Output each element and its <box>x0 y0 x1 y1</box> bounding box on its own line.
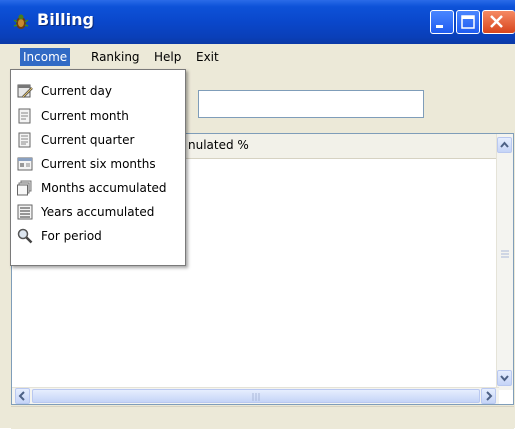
menu-item-current-month[interactable]: Current month <box>11 105 185 127</box>
menu-help[interactable]: Help <box>151 48 184 66</box>
chevron-right-icon <box>486 391 493 401</box>
menu-item-label: Current month <box>41 109 129 123</box>
menu-item-label: Current day <box>41 84 112 98</box>
document-icon <box>18 108 31 124</box>
chevron-left-icon <box>18 391 25 401</box>
scroll-up-button[interactable] <box>497 137 512 153</box>
income-dropdown-menu: Current day Current month Current quarte… <box>10 69 186 266</box>
menu-item-label: Years accumulated <box>41 205 155 219</box>
menu-ranking[interactable]: Ranking <box>88 48 143 66</box>
horizontal-scrollbar[interactable] <box>12 387 499 404</box>
menu-item-current-day[interactable]: Current day <box>11 80 185 102</box>
grip-icon <box>501 250 509 258</box>
billing-window: Billing Income Ranking Help Exit nulated… <box>0 0 515 429</box>
menu-exit[interactable]: Exit <box>193 48 222 66</box>
menu-item-current-six-months[interactable]: Current six months <box>11 153 185 175</box>
minimize-icon <box>436 25 443 28</box>
status-bar <box>11 406 514 429</box>
stack-icon <box>17 180 32 196</box>
menu-item-label: Current six months <box>41 157 156 171</box>
window-title: Billing <box>37 10 94 29</box>
maximize-button[interactable] <box>456 10 480 34</box>
menu-item-current-quarter[interactable]: Current quarter <box>11 129 185 151</box>
close-icon <box>490 15 503 28</box>
menu-item-label: For period <box>41 229 102 243</box>
menu-item-label: Current quarter <box>41 133 135 147</box>
scroll-down-button[interactable] <box>497 370 512 386</box>
menu-item-label: Months accumulated <box>41 181 167 195</box>
calendar-pencil-icon <box>17 84 33 98</box>
chevron-down-icon <box>500 375 509 382</box>
close-button[interactable] <box>482 10 515 34</box>
horizontal-scroll-thumb[interactable] <box>32 389 480 403</box>
title-bar[interactable]: Billing <box>0 0 515 44</box>
scroll-right-button[interactable] <box>481 388 496 404</box>
scroll-left-button[interactable] <box>15 388 30 404</box>
list-icon <box>17 204 33 220</box>
menu-item-months-accumulated[interactable]: Months accumulated <box>11 177 185 199</box>
window-icon <box>17 157 33 171</box>
chevron-up-icon <box>500 141 509 148</box>
magnifier-icon <box>17 228 33 244</box>
column-header-accumulated[interactable]: nulated % <box>188 138 249 152</box>
menu-item-for-period[interactable]: For period <box>11 225 185 247</box>
grip-icon <box>252 393 260 401</box>
menu-bar: Income Ranking Help Exit <box>0 44 515 70</box>
vertical-scrollbar[interactable] <box>496 134 513 390</box>
menu-item-years-accumulated[interactable]: Years accumulated <box>11 201 185 223</box>
document-icon <box>18 132 31 148</box>
minimize-button[interactable] <box>430 10 454 34</box>
maximize-icon <box>461 15 475 29</box>
menu-income[interactable]: Income <box>20 48 71 66</box>
search-input[interactable] <box>198 90 424 118</box>
bug-icon <box>13 14 29 29</box>
